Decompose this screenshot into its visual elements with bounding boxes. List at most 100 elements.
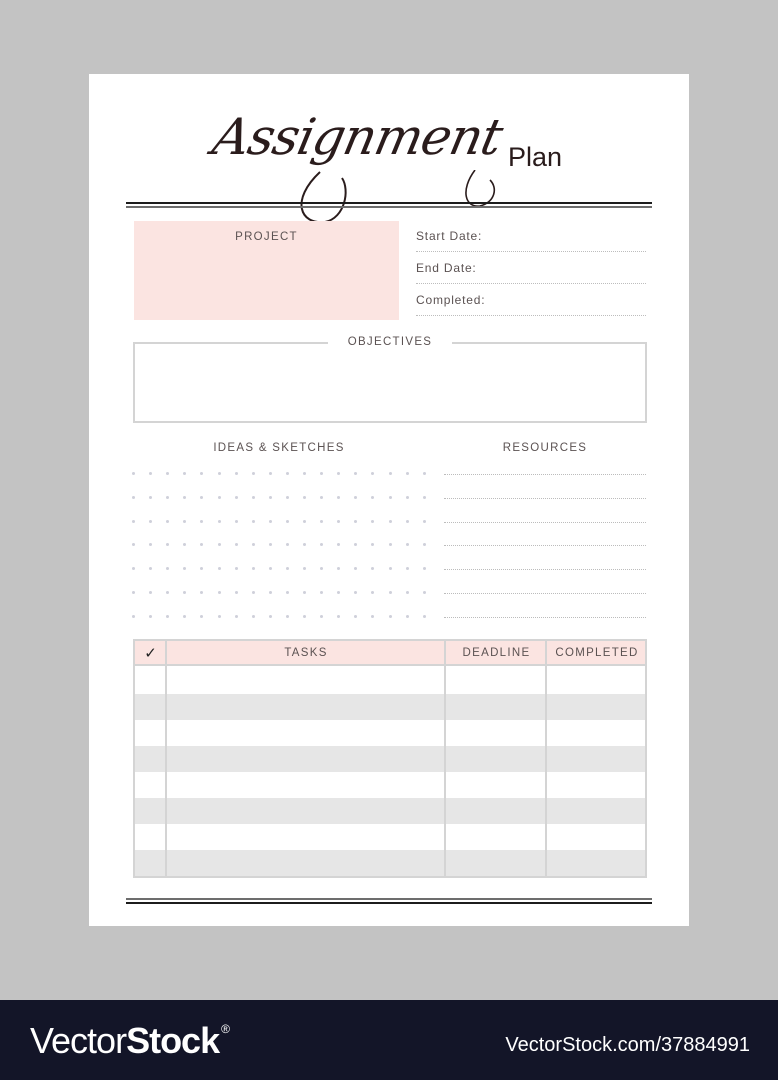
grid-dot bbox=[217, 614, 221, 618]
resource-line[interactable] bbox=[444, 593, 646, 594]
resource-line[interactable] bbox=[444, 521, 646, 523]
grid-dot bbox=[422, 614, 426, 618]
end-date-label: End Date: bbox=[416, 261, 477, 275]
grid-dot bbox=[371, 591, 375, 594]
project-label: PROJECT bbox=[235, 231, 298, 243]
grid-dot bbox=[285, 543, 289, 547]
resource-line[interactable] bbox=[444, 497, 646, 499]
grid-dot bbox=[303, 543, 306, 547]
task-row[interactable] bbox=[135, 798, 645, 824]
grid-dot bbox=[217, 472, 221, 475]
completed-date-label: Completed: bbox=[416, 293, 486, 307]
grid-dot bbox=[234, 519, 238, 523]
task-row[interactable] bbox=[135, 772, 645, 798]
grid-dot bbox=[320, 614, 324, 618]
ideas-dot-grid[interactable] bbox=[132, 472, 426, 620]
completed-column-header: COMPLETED bbox=[555, 647, 639, 659]
resource-line[interactable] bbox=[444, 545, 646, 547]
grid-dot bbox=[303, 567, 306, 571]
grid-dot bbox=[149, 591, 153, 594]
grid-dot bbox=[303, 519, 306, 523]
grid-dot bbox=[217, 567, 221, 571]
grid-dot bbox=[337, 543, 341, 547]
column-divider bbox=[165, 641, 167, 876]
resource-line[interactable] bbox=[444, 616, 646, 618]
grid-dot bbox=[371, 495, 375, 499]
grid-dot bbox=[234, 591, 238, 594]
grid-dot bbox=[132, 614, 135, 618]
grid-dot bbox=[285, 472, 289, 475]
grid-dot bbox=[183, 614, 187, 618]
grid-dot bbox=[388, 567, 392, 571]
grid-dot bbox=[320, 543, 324, 547]
task-row[interactable] bbox=[135, 746, 645, 772]
grid-dot bbox=[200, 591, 204, 594]
grid-dot bbox=[354, 591, 358, 594]
grid-dot bbox=[422, 591, 426, 594]
vectorstock-logo: VectorStock ® bbox=[30, 1020, 230, 1061]
grid-dot bbox=[183, 543, 187, 547]
grid-dot bbox=[200, 614, 204, 618]
objectives-box[interactable] bbox=[133, 342, 647, 423]
grid-dot bbox=[371, 519, 375, 523]
grid-dot bbox=[268, 472, 272, 475]
grid-dot bbox=[303, 472, 306, 475]
grid-dot bbox=[217, 543, 221, 547]
grid-dot bbox=[388, 495, 392, 499]
grid-dot bbox=[251, 472, 255, 475]
grid-dot bbox=[251, 614, 255, 618]
grid-dot bbox=[354, 567, 358, 571]
grid-dot bbox=[337, 495, 341, 499]
grid-dot bbox=[132, 591, 135, 594]
grid-dot bbox=[303, 614, 306, 618]
grid-dot bbox=[354, 472, 358, 475]
grid-dot bbox=[200, 519, 204, 523]
grid-dot bbox=[251, 567, 255, 571]
grid-dot bbox=[149, 543, 153, 547]
grid-dot bbox=[132, 472, 135, 475]
grid-dot bbox=[149, 567, 153, 571]
grid-dot bbox=[217, 519, 221, 523]
grid-dot bbox=[405, 614, 409, 618]
grid-dot bbox=[200, 567, 204, 571]
task-row[interactable] bbox=[135, 720, 645, 746]
grid-dot bbox=[268, 591, 272, 594]
grid-dot bbox=[405, 591, 409, 594]
grid-dot bbox=[166, 472, 170, 475]
grid-dot bbox=[132, 543, 135, 547]
column-divider bbox=[444, 641, 446, 876]
grid-dot bbox=[166, 591, 170, 594]
start-date-field[interactable]: Start Date: bbox=[416, 220, 646, 252]
end-date-field[interactable]: End Date: bbox=[416, 252, 646, 284]
grid-dot bbox=[371, 472, 375, 475]
watermark-footer: VectorStock ® VectorStock.com/37884991 bbox=[0, 1000, 778, 1080]
grid-dot bbox=[303, 591, 306, 594]
grid-dot bbox=[132, 519, 135, 523]
grid-dot bbox=[166, 543, 170, 547]
grid-dot bbox=[183, 519, 187, 523]
grid-dot bbox=[422, 472, 426, 475]
tasks-column-header: TASKS bbox=[284, 647, 328, 659]
deadline-column-header: DEADLINE bbox=[462, 647, 531, 659]
ideas-sketches-label: IDEAS & SKETCHES bbox=[213, 442, 345, 454]
grid-dot bbox=[371, 543, 375, 547]
grid-dot bbox=[200, 495, 204, 499]
grid-dot bbox=[234, 543, 238, 547]
grid-dot bbox=[234, 495, 238, 499]
grid-dot bbox=[337, 591, 341, 594]
grid-dot bbox=[268, 543, 272, 547]
resource-line[interactable] bbox=[444, 569, 646, 571]
grid-dot bbox=[388, 543, 392, 547]
task-row[interactable] bbox=[135, 850, 645, 876]
project-box[interactable]: PROJECT bbox=[134, 221, 399, 320]
completed-date-field[interactable]: Completed: bbox=[416, 284, 646, 316]
grid-dot bbox=[200, 543, 204, 547]
grid-dot bbox=[166, 495, 170, 499]
grid-dot bbox=[405, 543, 409, 547]
task-row[interactable] bbox=[135, 824, 645, 850]
grid-dot bbox=[149, 519, 153, 523]
task-row[interactable] bbox=[135, 668, 645, 694]
resource-line[interactable] bbox=[444, 474, 646, 475]
task-row[interactable] bbox=[135, 694, 645, 720]
grid-dot bbox=[166, 519, 170, 523]
